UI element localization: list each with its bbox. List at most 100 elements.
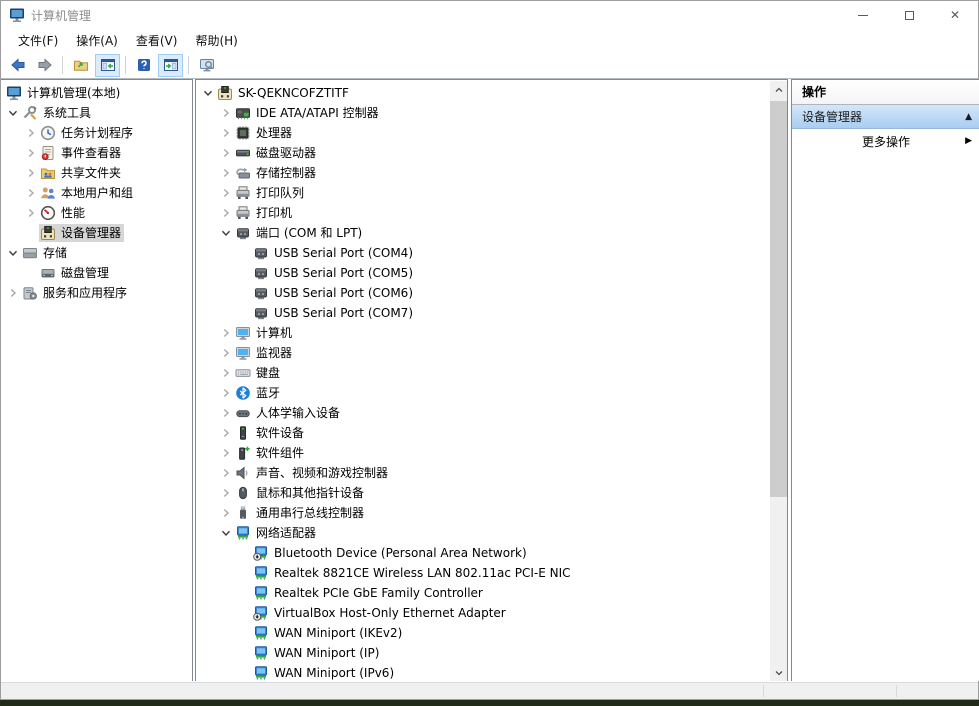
device-tree-item[interactable]: 计算机	[196, 323, 787, 343]
device-tree-item[interactable]: 网络适配器	[196, 523, 787, 543]
device-tree-item[interactable]: Realtek PCIe GbE Family Controller	[196, 583, 787, 603]
toolbar-separator	[62, 56, 63, 74]
chevron-down-icon[interactable]	[218, 525, 234, 541]
chevron-right-icon[interactable]	[218, 325, 234, 341]
forward-button[interactable]	[32, 54, 57, 77]
up-level-button[interactable]	[68, 54, 93, 77]
vertical-scrollbar[interactable]	[770, 81, 787, 681]
collapse-section-icon[interactable]: ▲	[965, 112, 972, 122]
console-tree-item[interactable]: 设备管理器	[1, 223, 192, 243]
actions-section-device-manager[interactable]: 设备管理器 ▲	[792, 105, 979, 129]
chevron-right-icon[interactable]	[218, 445, 234, 461]
chevron-down-icon[interactable]	[5, 245, 21, 261]
bluetooth-icon	[235, 385, 251, 401]
status-bar	[1, 682, 978, 699]
device-tree-item[interactable]: SK-QEKNCOFZTITF	[196, 83, 787, 103]
chevron-right-icon[interactable]	[218, 345, 234, 361]
chevron-right-icon[interactable]	[218, 165, 234, 181]
device-tree-item[interactable]: 鼠标和其他指针设备	[196, 483, 787, 503]
device-tree-item[interactable]: 监视器	[196, 343, 787, 363]
chevron-right-icon[interactable]	[218, 385, 234, 401]
system-tools-icon	[22, 105, 38, 121]
console-tree-item[interactable]: 系统工具	[1, 103, 192, 123]
chevron-right-icon[interactable]	[5, 285, 21, 301]
device-tree-item[interactable]: 打印队列	[196, 183, 787, 203]
chevron-right-icon[interactable]	[218, 185, 234, 201]
device-tree-item[interactable]: VirtualBox Host-Only Ethernet Adapter	[196, 603, 787, 623]
printer-icon	[235, 205, 251, 221]
scrollbar-thumb[interactable]	[770, 101, 787, 497]
show-action-pane-button[interactable]	[158, 54, 183, 77]
console-window-button[interactable]	[194, 54, 219, 77]
chevron-down-icon[interactable]	[5, 105, 21, 121]
device-tree-item[interactable]: 软件设备	[196, 423, 787, 443]
device-tree-item[interactable]: WAN Miniport (IPv6)	[196, 663, 787, 681]
device-tree-item[interactable]: 存储控制器	[196, 163, 787, 183]
console-tree-item[interactable]: 事件查看器	[1, 143, 192, 163]
device-tree-item[interactable]: Bluetooth Device (Personal Area Network)	[196, 543, 787, 563]
device-tree-item[interactable]: USB Serial Port (COM7)	[196, 303, 787, 323]
device-tree-item[interactable]: 打印机	[196, 203, 787, 223]
chevron-right-icon[interactable]	[23, 165, 39, 181]
device-tree-item[interactable]: 键盘	[196, 363, 787, 383]
device-tree-item[interactable]: WAN Miniport (IP)	[196, 643, 787, 663]
local-users-icon	[40, 185, 56, 201]
device-tree-item-label: USB Serial Port (COM4)	[274, 244, 413, 262]
device-tree-item[interactable]: 端口 (COM 和 LPT)	[196, 223, 787, 243]
menu-v[interactable]: 查看(V)	[127, 29, 187, 52]
back-button[interactable]	[5, 54, 30, 77]
console-tree-item[interactable]: 服务和应用程序	[1, 283, 192, 303]
chevron-right-icon[interactable]	[218, 145, 234, 161]
console-tree-item[interactable]: 任务计划程序	[1, 123, 192, 143]
device-tree-item[interactable]: 声音、视频和游戏控制器	[196, 463, 787, 483]
chevron-right-icon[interactable]	[23, 205, 39, 221]
console-tree-item[interactable]: 共享文件夹	[1, 163, 192, 183]
chevron-right-icon[interactable]	[218, 365, 234, 381]
device-tree-item[interactable]: 通用串行总线控制器	[196, 503, 787, 523]
device-tree-item[interactable]: USB Serial Port (COM4)	[196, 243, 787, 263]
menu-a[interactable]: 操作(A)	[67, 29, 127, 52]
chevron-right-icon[interactable]	[218, 465, 234, 481]
chevron-right-icon[interactable]	[218, 205, 234, 221]
console-tree-item[interactable]: 磁盘管理	[1, 263, 192, 283]
device-tree-item-label: 声音、视频和游戏控制器	[256, 464, 388, 482]
chevron-right-icon[interactable]	[218, 105, 234, 121]
chevron-right-icon[interactable]	[218, 125, 234, 141]
menu-f[interactable]: 文件(F)	[9, 29, 67, 52]
device-tree-item[interactable]: USB Serial Port (COM5)	[196, 263, 787, 283]
close-button[interactable]: ✕	[932, 1, 978, 29]
console-tree-item[interactable]: 性能	[1, 203, 192, 223]
device-tree-item[interactable]: 软件组件	[196, 443, 787, 463]
console-tree-item[interactable]: 本地用户和组	[1, 183, 192, 203]
device-tree-item[interactable]: 蓝牙	[196, 383, 787, 403]
scroll-up-button[interactable]	[770, 81, 787, 98]
chevron-down-icon[interactable]	[218, 225, 234, 241]
device-tree-item[interactable]: 处理器	[196, 123, 787, 143]
show-console-tree-button[interactable]	[95, 54, 120, 77]
device-tree-item[interactable]: WAN Miniport (IKEv2)	[196, 623, 787, 643]
chevron-right-icon[interactable]	[218, 425, 234, 441]
console-tree-item[interactable]: 计算机管理(本地)	[1, 83, 192, 103]
chevron-right-icon[interactable]	[218, 505, 234, 521]
maximize-button[interactable]	[886, 1, 932, 29]
scroll-down-button[interactable]	[770, 664, 787, 681]
chevron-right-icon[interactable]	[23, 185, 39, 201]
device-tree-item[interactable]: 人体学输入设备	[196, 403, 787, 423]
console-tree-item[interactable]: 存储	[1, 243, 192, 263]
device-tree-item[interactable]: Realtek 8821CE Wireless LAN 802.11ac PCI…	[196, 563, 787, 583]
device-tree-item[interactable]: 磁盘驱动器	[196, 143, 787, 163]
maximize-icon	[905, 11, 914, 20]
device-tree-item-label: Realtek PCIe GbE Family Controller	[274, 584, 483, 602]
menu-h[interactable]: 帮助(H)	[186, 29, 246, 52]
more-actions-item[interactable]: 更多操作 ▶	[792, 129, 979, 153]
device-tree-item[interactable]: IDE ATA/ATAPI 控制器	[196, 103, 787, 123]
chevron-right-icon[interactable]	[23, 125, 39, 141]
device-tree-item[interactable]: USB Serial Port (COM6)	[196, 283, 787, 303]
minimize-button[interactable]	[840, 1, 886, 29]
chevron-down-icon[interactable]	[200, 85, 216, 101]
chevron-right-icon[interactable]	[218, 405, 234, 421]
chevron-right-icon[interactable]	[23, 145, 39, 161]
monitor-magnifier-icon	[199, 57, 215, 73]
help-button[interactable]	[131, 54, 156, 77]
chevron-right-icon[interactable]	[218, 485, 234, 501]
